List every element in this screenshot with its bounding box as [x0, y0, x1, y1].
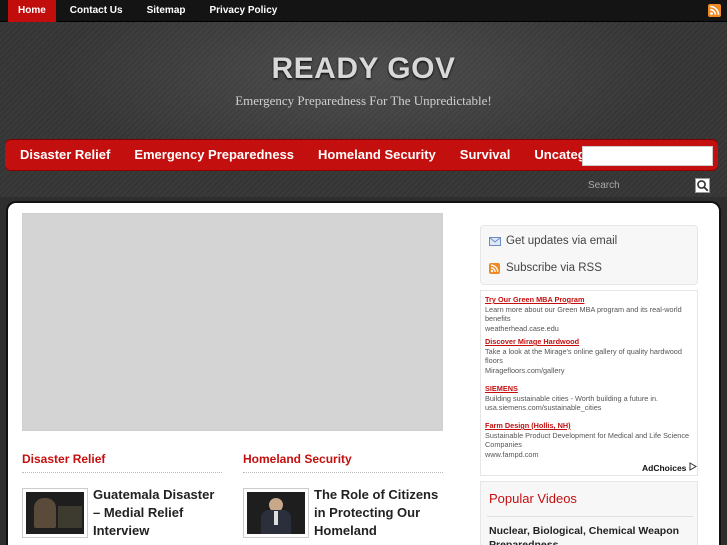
- nav-survival[interactable]: Survival: [448, 139, 523, 171]
- post-title[interactable]: Guatemala Disaster – Medial Relief Inter…: [93, 486, 223, 540]
- search-input[interactable]: Search: [588, 180, 620, 191]
- widget-title: Popular Videos: [489, 491, 577, 506]
- post-title[interactable]: The Role of Citizens in Protecting Our H…: [314, 486, 444, 540]
- nav-emergency-preparedness[interactable]: Emergency Preparedness: [122, 139, 306, 171]
- ad-title[interactable]: Try Our Green MBA Program: [485, 295, 695, 305]
- ad-item[interactable]: Try Our Green MBA Program Learn more abo…: [485, 295, 695, 333]
- top-bar: Home Contact Us Sitemap Privacy Policy: [0, 0, 727, 22]
- ad-item[interactable]: Discover Mirage Hardwood Take a look at …: [485, 337, 695, 375]
- popular-video-link[interactable]: Nuclear, Biological, Chemical Weapon Pre…: [489, 524, 694, 545]
- rss-subscribe-link[interactable]: Subscribe via RSS: [489, 262, 602, 274]
- section-title[interactable]: Disaster Relief: [22, 452, 222, 473]
- site-tagline: Emergency Preparedness For The Unpredict…: [235, 93, 492, 108]
- top-nav: Home Contact Us Sitemap Privacy Policy: [8, 0, 291, 22]
- email-subscribe-link[interactable]: Get updates via email: [489, 235, 617, 247]
- rss-icon: [489, 262, 501, 274]
- ad-text: Take a look at the Mirage's online galle…: [485, 346, 682, 366]
- video-thumbnail: [247, 492, 305, 534]
- ad-item[interactable]: Farm Design (Hollis, NH) Sustainable Pro…: [485, 421, 695, 459]
- adchoices-icon: [689, 462, 697, 473]
- featured-slider[interactable]: [22, 213, 443, 431]
- divider: [487, 516, 693, 517]
- ad-url[interactable]: www.fampd.com: [485, 450, 539, 459]
- video-thumbnail: [26, 492, 84, 534]
- rss-icon[interactable]: [708, 4, 721, 17]
- section-title[interactable]: Homeland Security: [243, 452, 443, 473]
- topnav-home[interactable]: Home: [8, 0, 56, 22]
- ad-url[interactable]: weatherhead.case.edu: [485, 324, 559, 333]
- email-subscribe-label: Get updates via email: [506, 235, 618, 247]
- post-thumbnail[interactable]: [22, 488, 88, 538]
- post-thumbnail[interactable]: [243, 488, 309, 538]
- ad-text: Building sustainable cities - Worth buil…: [485, 393, 659, 403]
- adchoices-label: AdChoices: [642, 463, 687, 473]
- rss-subscribe-label: Subscribe via RSS: [506, 262, 602, 274]
- nav-homeland-security[interactable]: Homeland Security: [306, 139, 448, 171]
- ad-url[interactable]: Miragefloors.com/gallery: [485, 366, 564, 375]
- email-icon: [489, 236, 501, 246]
- nav-search-field[interactable]: [582, 146, 713, 166]
- topnav-contact-us[interactable]: Contact Us: [60, 0, 133, 22]
- site-title[interactable]: READY GOV: [0, 52, 727, 86]
- adchoices-link[interactable]: AdChoices: [642, 462, 697, 473]
- ad-text: Sustainable Product Development for Medi…: [485, 430, 690, 450]
- ad-title[interactable]: Discover Mirage Hardwood: [485, 337, 695, 347]
- ad-title[interactable]: Farm Design (Hollis, NH): [485, 421, 695, 431]
- ad-text: Learn more about our Green MBA program a…: [485, 304, 682, 324]
- ad-title[interactable]: SIEMENS: [485, 384, 695, 394]
- search-icon[interactable]: [695, 178, 710, 193]
- nav-disaster-relief[interactable]: Disaster Relief: [8, 139, 122, 171]
- subscribe-box: Get updates via email Subscribe via RSS: [480, 225, 698, 285]
- section-disaster-relief: Disaster Relief Guatemala Disaster – Med…: [22, 452, 222, 538]
- ad-url[interactable]: usa.siemens.com/sustainable_cities: [485, 403, 601, 412]
- popular-videos-widget: Popular Videos Nuclear, Biological, Chem…: [480, 481, 698, 545]
- topnav-privacy-policy[interactable]: Privacy Policy: [200, 0, 288, 22]
- topnav-sitemap[interactable]: Sitemap: [137, 0, 196, 22]
- ad-block: Try Our Green MBA Program Learn more abo…: [480, 290, 698, 476]
- section-homeland-security: Homeland Security The Role of Citizens i…: [243, 452, 443, 538]
- ad-item[interactable]: SIEMENS Building sustainable cities - Wo…: [485, 384, 695, 413]
